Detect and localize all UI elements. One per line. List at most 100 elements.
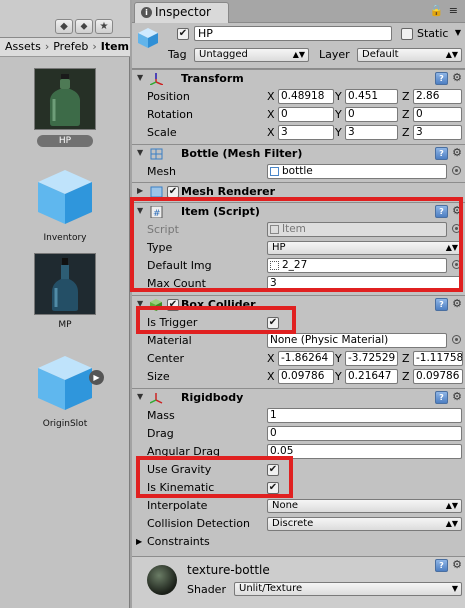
is-trigger-label: Is Trigger: [147, 316, 198, 329]
material-name: texture-bottle: [187, 563, 270, 577]
scale-y-field[interactable]: 3: [345, 125, 398, 140]
drag-field[interactable]: 0: [267, 426, 462, 441]
fold-arrow-icon[interactable]: ▼: [137, 206, 143, 215]
gear-icon[interactable]: ⚙: [452, 71, 462, 84]
bottle-green-thumbnail: [34, 68, 96, 130]
lock-icon[interactable]: 🔒: [430, 4, 445, 17]
scale-z-field[interactable]: 3: [413, 125, 462, 140]
fold-arrow-icon[interactable]: ▼: [137, 148, 143, 157]
layer-dropdown[interactable]: Default ▲▼: [357, 48, 462, 62]
position-y-field[interactable]: 0.451: [345, 89, 398, 104]
mesh-renderer-header[interactable]: ▶ ✔ Mesh Renderer: [132, 183, 465, 201]
mesh-field[interactable]: bottle: [267, 164, 447, 179]
mesh-value: bottle: [282, 165, 313, 177]
static-checkbox[interactable]: [401, 28, 413, 40]
star-icon[interactable]: ★: [95, 19, 113, 34]
axis-y-label: Y: [335, 370, 342, 383]
help-book-icon[interactable]: ?: [435, 205, 448, 218]
mesh-renderer-enabled-checkbox[interactable]: ✔: [167, 186, 179, 198]
breadcrumb-assets[interactable]: Assets: [5, 40, 41, 53]
size-x-field[interactable]: 0.09786: [278, 369, 334, 384]
cube-icon: ▶: [34, 352, 104, 414]
type-dropdown[interactable]: HP ▲▼: [267, 241, 462, 255]
interpolate-dropdown[interactable]: None ▲▼: [267, 499, 462, 513]
fold-arrow-icon[interactable]: ▶: [136, 537, 142, 546]
collision-detection-dropdown[interactable]: Discrete ▲▼: [267, 517, 462, 531]
center-x-field[interactable]: -1.86264: [278, 351, 334, 366]
static-dropdown[interactable]: ▼: [454, 27, 464, 41]
asset-originslot[interactable]: ▶ OriginSlot: [0, 352, 130, 429]
item-script-header[interactable]: ▼ # Item (Script) ? ⚙: [132, 203, 465, 221]
rotation-z-field[interactable]: 0: [413, 107, 462, 122]
center-y-field[interactable]: -3.72529: [345, 351, 398, 366]
scale-x-field[interactable]: 3: [278, 125, 334, 140]
gear-icon[interactable]: ⚙: [452, 558, 462, 571]
gameobject-header: ✔ HP Static ▼ Tag Untagged ▲▼ Layer Defau…: [132, 23, 465, 69]
angular-drag-field[interactable]: 0.05: [267, 444, 462, 459]
asset-label-mp: MP: [58, 320, 72, 330]
asset-mp[interactable]: MP: [0, 253, 130, 330]
help-book-icon[interactable]: ?: [435, 298, 448, 311]
object-picker-icon[interactable]: [452, 166, 461, 175]
fold-arrow-icon[interactable]: ▼: [137, 73, 143, 82]
size-y-field[interactable]: 0.21647: [345, 369, 398, 384]
is-kinematic-checkbox[interactable]: ✔: [267, 482, 279, 494]
center-z-field[interactable]: -1.11758: [413, 351, 463, 366]
breadcrumb-item[interactable]: Item: [101, 40, 129, 53]
material-field[interactable]: None (Physic Material): [267, 333, 447, 348]
tag-icon[interactable]: ⬥: [75, 19, 93, 34]
breadcrumb-prefeb[interactable]: Prefeb: [53, 40, 88, 53]
material-row: Material None (Physic Material): [132, 332, 465, 350]
box-collider-enabled-checkbox[interactable]: ✔: [167, 299, 179, 311]
rotation-y-field[interactable]: 0: [345, 107, 398, 122]
gear-icon[interactable]: ⚙: [452, 390, 462, 403]
help-book-icon[interactable]: ?: [435, 147, 448, 160]
layer-value: Default: [362, 49, 399, 60]
inspector-panel: i Inspector 🔒 ≡ ✔ HP Static ▼ Tag Untagge…: [130, 0, 465, 608]
script-field: Item: [267, 222, 447, 237]
create-icon[interactable]: ◆: [55, 19, 73, 34]
mass-field[interactable]: 1: [267, 408, 462, 423]
object-picker-icon[interactable]: [452, 260, 461, 269]
active-checkbox[interactable]: ✔: [177, 28, 189, 40]
use-gravity-label: Use Gravity: [147, 463, 212, 476]
fold-arrow-icon[interactable]: ▶: [137, 186, 143, 195]
use-gravity-checkbox[interactable]: ✔: [267, 464, 279, 476]
fold-arrow-icon[interactable]: ▼: [137, 299, 143, 308]
asset-hp[interactable]: HP: [0, 68, 130, 147]
tab-inspector[interactable]: i Inspector: [134, 2, 229, 23]
collision-detection-value: Discrete: [272, 518, 314, 529]
max-count-field[interactable]: 3: [267, 276, 462, 291]
asset-inventory[interactable]: Inventory: [0, 166, 130, 243]
help-book-icon[interactable]: ?: [435, 559, 448, 572]
tag-dropdown[interactable]: Untagged ▲▼: [194, 48, 309, 62]
collision-detection-label: Collision Detection: [147, 517, 251, 530]
gear-icon[interactable]: ⚙: [452, 204, 462, 217]
shader-dropdown[interactable]: Unlit/Texture ▼: [234, 582, 462, 596]
constraints-row[interactable]: ▶ Constraints: [132, 533, 465, 551]
is-trigger-checkbox[interactable]: ✔: [267, 317, 279, 329]
help-book-icon[interactable]: ?: [435, 391, 448, 404]
object-picker-icon[interactable]: [452, 335, 461, 344]
object-name-input[interactable]: HP: [194, 26, 392, 41]
gear-icon[interactable]: ⚙: [452, 146, 462, 159]
position-z-field[interactable]: 2.86: [413, 89, 462, 104]
rotation-x-field[interactable]: 0: [278, 107, 334, 122]
mesh-filter-header[interactable]: ▼ Bottle (Mesh Filter) ? ⚙: [132, 145, 465, 163]
play-icon[interactable]: ▶: [89, 370, 104, 385]
tab-menu-icon[interactable]: 🔒 ≡: [430, 4, 459, 17]
axis-x-label: X: [267, 108, 275, 121]
axis-x-label: X: [267, 126, 275, 139]
transform-icon: [149, 73, 164, 86]
position-x-field[interactable]: 0.48918: [278, 89, 334, 104]
project-panel: ◆ ⬥ ★ Assets › Prefeb › Item HP Inventory MP…: [0, 0, 130, 608]
transform-header[interactable]: ▼ Transform ? ⚙: [132, 70, 465, 88]
fold-arrow-icon[interactable]: ▼: [137, 392, 143, 401]
help-book-icon[interactable]: ?: [435, 72, 448, 85]
box-collider-header[interactable]: ▼ ✔ Box Collider ? ⚙: [132, 296, 465, 314]
mesh-filter-icon: [150, 148, 163, 160]
size-z-field[interactable]: 0.09786: [413, 369, 463, 384]
gear-icon[interactable]: ⚙: [452, 297, 462, 310]
rigidbody-header[interactable]: ▼ Rigidbody ? ⚙: [132, 389, 465, 407]
default-img-field[interactable]: 2_27: [267, 258, 447, 273]
